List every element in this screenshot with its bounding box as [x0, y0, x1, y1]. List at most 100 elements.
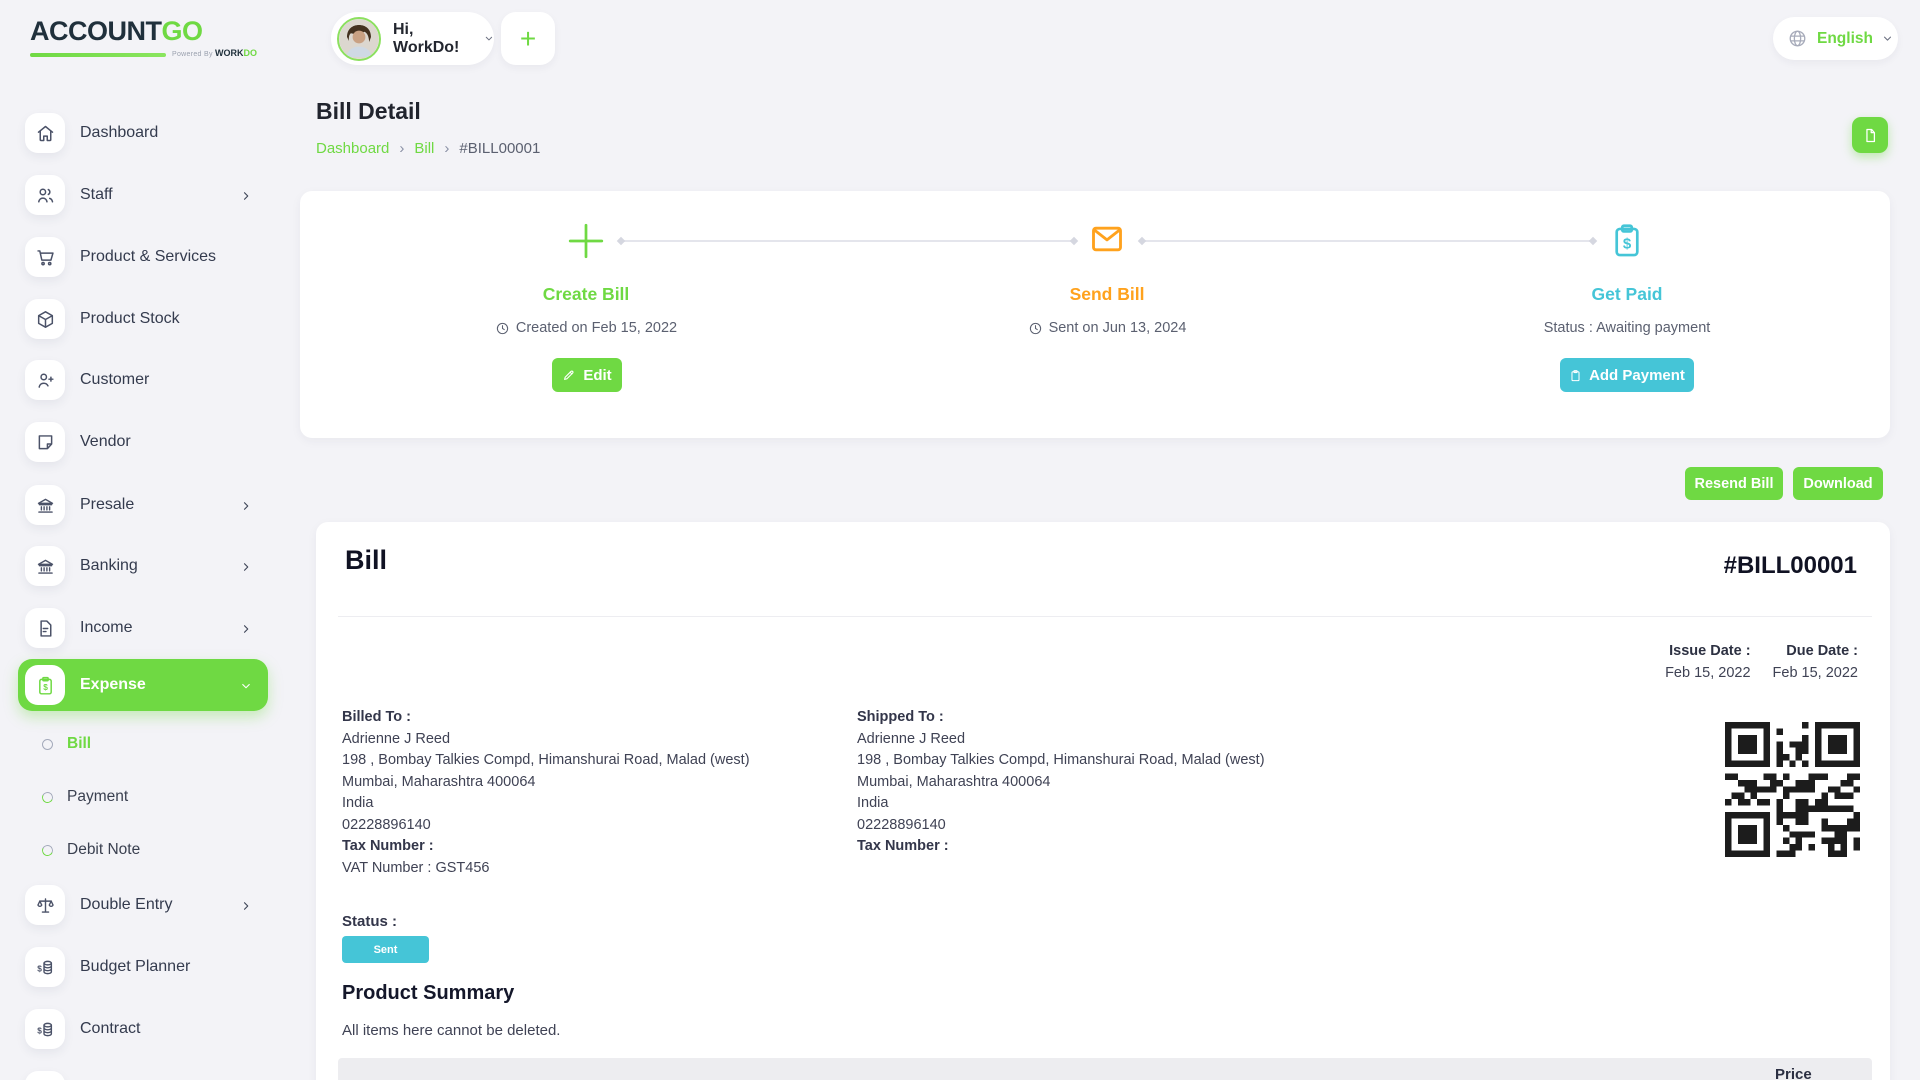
user-menu[interactable]: Hi, WorkDo! [331, 12, 494, 65]
bullet-icon [40, 843, 54, 857]
sidebar-item-label: Product Stock [80, 293, 180, 345]
breadcrumb: Dashboard Bill #BILL00001 [316, 140, 540, 157]
chevron-down-icon [1882, 33, 1893, 44]
sidebar-item-label: Expense [80, 659, 146, 711]
svg-text:$: $ [1623, 236, 1632, 253]
sidebar-item-label: Vendor [80, 416, 131, 468]
status-label: Status : [342, 913, 397, 930]
svg-text:$: $ [37, 1025, 42, 1035]
status-badge: Sent [342, 936, 429, 963]
bank-icon [25, 546, 65, 586]
svg-text:$: $ [37, 963, 42, 973]
step-get-paid-status: Status : Awaiting payment [1457, 320, 1797, 336]
globe-icon [1787, 28, 1808, 49]
sidebar-item-label: Staff [80, 169, 113, 221]
chevron-right-icon [240, 189, 252, 201]
sidebar-subitem-bill[interactable]: Bill [18, 731, 268, 757]
bullet-icon [40, 790, 54, 804]
breadcrumb-separator-icon [444, 140, 449, 157]
sidebar-subitem-debit-note[interactable]: Debit Note [18, 837, 268, 863]
step-send-bill-subtitle: Sent on Jun 13, 2024 [937, 320, 1277, 336]
bank-icon [25, 485, 65, 525]
chevron-right-icon [240, 899, 252, 911]
add-payment-button[interactable]: Add Payment [1560, 358, 1694, 392]
sidebar-item-budget-planner[interactable]: $ Budget Planner [18, 941, 268, 993]
product-table-header [338, 1058, 1872, 1080]
sidebar-subitem-label: Payment [67, 788, 128, 806]
note-icon [25, 422, 65, 462]
language-label: English [1817, 30, 1873, 48]
sidebar-item-vendor[interactable]: Vendor [18, 416, 268, 468]
sidebar-item-contract[interactable]: $ Contract [18, 1003, 268, 1055]
sidebar-item-label: Product & Services [80, 231, 216, 283]
chevron-down-icon [484, 33, 494, 44]
sidebar-item-product-services[interactable]: Product & Services [18, 231, 268, 283]
svg-text:$: $ [43, 682, 48, 692]
step-create-bill-title: Create Bill [436, 284, 736, 305]
sidebar-subitem-label: Debit Note [67, 841, 140, 859]
greeting-label: Hi, WorkDo! [393, 21, 475, 57]
breadcrumb-separator-icon [399, 140, 404, 157]
sidebar-item-dashboard[interactable]: Dashboard [18, 107, 268, 159]
scale-icon [25, 885, 65, 925]
sidebar-item-label: Double Entry [80, 879, 173, 931]
bill-qr-code [1725, 722, 1860, 857]
sidebar-item-product-stock[interactable]: Product Stock [18, 293, 268, 345]
issue-date: Issue Date :Feb 15, 2022 [1665, 640, 1750, 684]
avatar [337, 17, 381, 61]
chevron-right-icon [240, 499, 252, 511]
shipped-to-block: Shipped To : Adrienne J Reed 198 , Bomba… [857, 707, 1337, 858]
price-column-header: Price [1775, 1066, 1812, 1080]
clipboard-icon [1569, 369, 1582, 382]
billed-to-block: Billed To : Adrienne J Reed 198 , Bombay… [342, 707, 822, 879]
file-icon [25, 608, 65, 648]
sidebar-item-presale[interactable]: Presale [18, 479, 268, 531]
breadcrumb-bill[interactable]: Bill [414, 140, 434, 157]
divider [338, 616, 1872, 617]
sidebar-item-label: Contract [80, 1003, 140, 1055]
clock-icon [1028, 321, 1043, 336]
sidebar-item-label: Income [80, 602, 132, 654]
sidebar-item-double-entry[interactable]: Double Entry [18, 879, 268, 931]
powered-by-label: Powered By WORKDO [172, 48, 257, 58]
download-button[interactable]: Download [1793, 467, 1883, 500]
sidebar-item-customer[interactable]: Customer [18, 354, 268, 406]
chevron-right-icon [240, 560, 252, 572]
bill-doc-title: Bill [345, 545, 387, 576]
sidebar-item-staff[interactable]: Staff [18, 169, 268, 221]
bill-dates: Issue Date :Feb 15, 2022 Due Date :Feb 1… [1665, 640, 1858, 684]
page-title: Bill Detail [316, 98, 421, 125]
resend-bill-button[interactable]: Resend Bill [1685, 467, 1783, 500]
document-icon [1862, 127, 1879, 144]
clock-icon [495, 321, 510, 336]
sidebar-item-label: Budget Planner [80, 941, 190, 993]
get-paid-invoice-icon: $ [1608, 221, 1646, 259]
preview-document-button[interactable] [1852, 117, 1888, 153]
edit-pencil-icon [562, 368, 576, 382]
sidebar-subitem-payment[interactable]: Payment [18, 784, 268, 810]
sidebar-item-label: Banking [80, 540, 138, 592]
sidebar-item-banking[interactable]: Banking [18, 540, 268, 592]
app-logo[interactable]: ACCOUNTGO [30, 16, 203, 47]
product-summary-title: Product Summary [342, 982, 514, 1005]
create-bill-plus-icon [566, 221, 606, 261]
add-button[interactable]: + [501, 12, 555, 65]
bill-number: #BILL00001 [1724, 552, 1857, 580]
edit-bill-button[interactable]: Edit [552, 358, 622, 392]
sidebar-subitem-label: Bill [67, 735, 91, 753]
users-icon [25, 175, 65, 215]
due-date: Due Date :Feb 15, 2022 [1773, 640, 1858, 684]
step-get-paid-title: Get Paid [1477, 284, 1777, 305]
sidebar-item-partial[interactable] [25, 1071, 65, 1080]
sidebar-item-income[interactable]: Income [18, 602, 268, 654]
bullet-icon [42, 739, 53, 750]
sidebar-item-expense[interactable]: $ Expense [18, 659, 268, 711]
product-summary-note: All items here cannot be deleted. [342, 1022, 560, 1039]
cart-icon [25, 237, 65, 277]
chevron-down-icon [240, 679, 252, 691]
breadcrumb-dashboard[interactable]: Dashboard [316, 140, 389, 157]
stepper-connector [620, 240, 1075, 242]
clipboard-dollar-icon: $ [25, 665, 65, 705]
coins-icon: $ [25, 947, 65, 987]
language-selector[interactable]: English [1773, 17, 1898, 60]
